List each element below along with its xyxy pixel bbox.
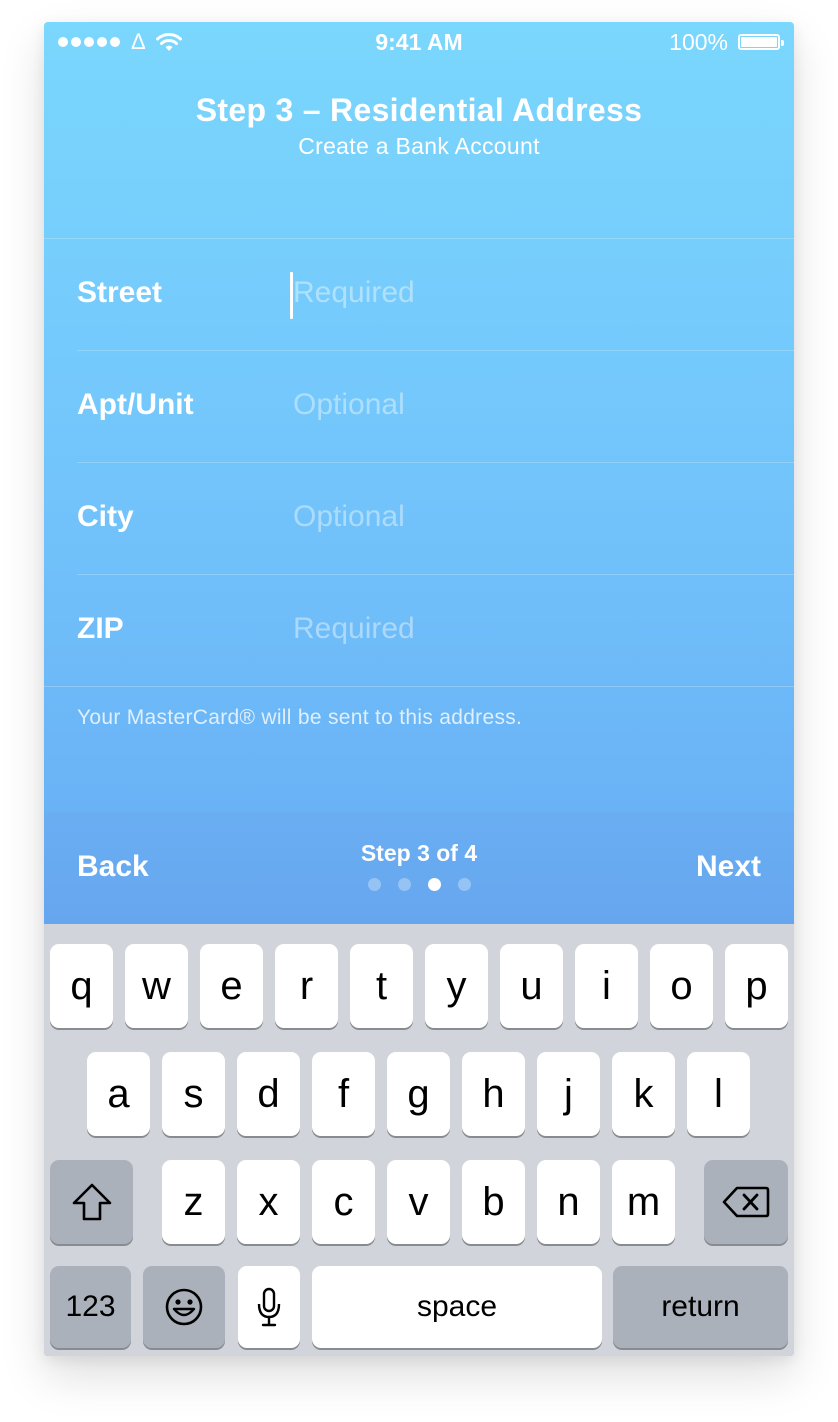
key-y[interactable]: y bbox=[425, 944, 488, 1028]
dictation-key[interactable] bbox=[238, 1266, 300, 1348]
phone-screen: Δ 9:41 AM 100% Step 3 – Residential Addr… bbox=[44, 22, 794, 1356]
space-key[interactable]: space bbox=[312, 1266, 602, 1348]
delete-key[interactable] bbox=[704, 1160, 788, 1244]
delete-icon bbox=[722, 1186, 770, 1218]
key-b[interactable]: b bbox=[462, 1160, 525, 1244]
key-e[interactable]: e bbox=[200, 944, 263, 1028]
key-t[interactable]: t bbox=[350, 944, 413, 1028]
status-bar: Δ 9:41 AM 100% bbox=[44, 22, 794, 62]
page-title: Step 3 – Residential Address bbox=[195, 92, 643, 128]
key-p[interactable]: p bbox=[725, 944, 788, 1028]
key-w[interactable]: w bbox=[125, 944, 188, 1028]
step-dot bbox=[398, 878, 411, 891]
apt-unit-input[interactable] bbox=[293, 379, 753, 431]
keyboard: q w e r t y u i o p a s d f g h j k l z … bbox=[44, 924, 794, 1356]
city-row[interactable]: City bbox=[44, 463, 794, 575]
key-l[interactable]: l bbox=[687, 1052, 750, 1136]
key-s[interactable]: s bbox=[162, 1052, 225, 1136]
microphone-icon bbox=[257, 1287, 281, 1327]
shift-key[interactable] bbox=[50, 1160, 133, 1244]
key-a[interactable]: a bbox=[87, 1052, 150, 1136]
city-label: City bbox=[77, 500, 134, 533]
key-v[interactable]: v bbox=[387, 1160, 450, 1244]
key-u[interactable]: u bbox=[500, 944, 563, 1028]
return-key[interactable]: return bbox=[613, 1266, 788, 1348]
step-dot bbox=[458, 878, 471, 891]
zip-label: ZIP bbox=[77, 612, 124, 645]
step-dot bbox=[368, 878, 381, 891]
battery-percentage: 100% bbox=[669, 29, 728, 55]
key-x[interactable]: x bbox=[237, 1160, 300, 1244]
key-f[interactable]: f bbox=[312, 1052, 375, 1136]
key-o[interactable]: o bbox=[650, 944, 713, 1028]
street-label: Street bbox=[77, 276, 163, 309]
key-h[interactable]: h bbox=[462, 1052, 525, 1136]
apt-unit-row[interactable]: Apt/Unit bbox=[44, 351, 794, 463]
key-d[interactable]: d bbox=[237, 1052, 300, 1136]
key-n[interactable]: n bbox=[537, 1160, 600, 1244]
numbers-key[interactable]: 123 bbox=[50, 1266, 131, 1348]
city-input[interactable] bbox=[293, 491, 753, 543]
emoji-key[interactable] bbox=[143, 1266, 225, 1348]
step-navigation-bar: Back Step 3 of 4 Next bbox=[44, 812, 794, 924]
apt-unit-label: Apt/Unit bbox=[77, 388, 194, 421]
key-c[interactable]: c bbox=[312, 1160, 375, 1244]
step-dot-current bbox=[428, 878, 441, 891]
next-button[interactable]: Next bbox=[696, 850, 761, 884]
page-dots bbox=[368, 878, 471, 891]
page-subtitle: Create a Bank Account bbox=[298, 133, 540, 159]
helper-text: Your MasterCard® will be sent to this ad… bbox=[77, 706, 523, 729]
street-input[interactable] bbox=[293, 267, 753, 319]
zip-input[interactable] bbox=[293, 603, 753, 655]
key-j[interactable]: j bbox=[537, 1052, 600, 1136]
key-k[interactable]: k bbox=[612, 1052, 675, 1136]
key-m[interactable]: m bbox=[612, 1160, 675, 1244]
shift-icon bbox=[72, 1183, 111, 1221]
key-i[interactable]: i bbox=[575, 944, 638, 1028]
key-q[interactable]: q bbox=[50, 944, 113, 1028]
zip-row[interactable]: ZIP bbox=[44, 575, 794, 687]
battery-icon bbox=[738, 34, 784, 50]
step-indicator-label: Step 3 of 4 bbox=[360, 840, 478, 866]
key-z[interactable]: z bbox=[162, 1160, 225, 1244]
street-row[interactable]: Street bbox=[44, 239, 794, 351]
divider bbox=[44, 686, 794, 687]
key-r[interactable]: r bbox=[275, 944, 338, 1028]
key-g[interactable]: g bbox=[387, 1052, 450, 1136]
emoji-icon bbox=[165, 1288, 203, 1326]
